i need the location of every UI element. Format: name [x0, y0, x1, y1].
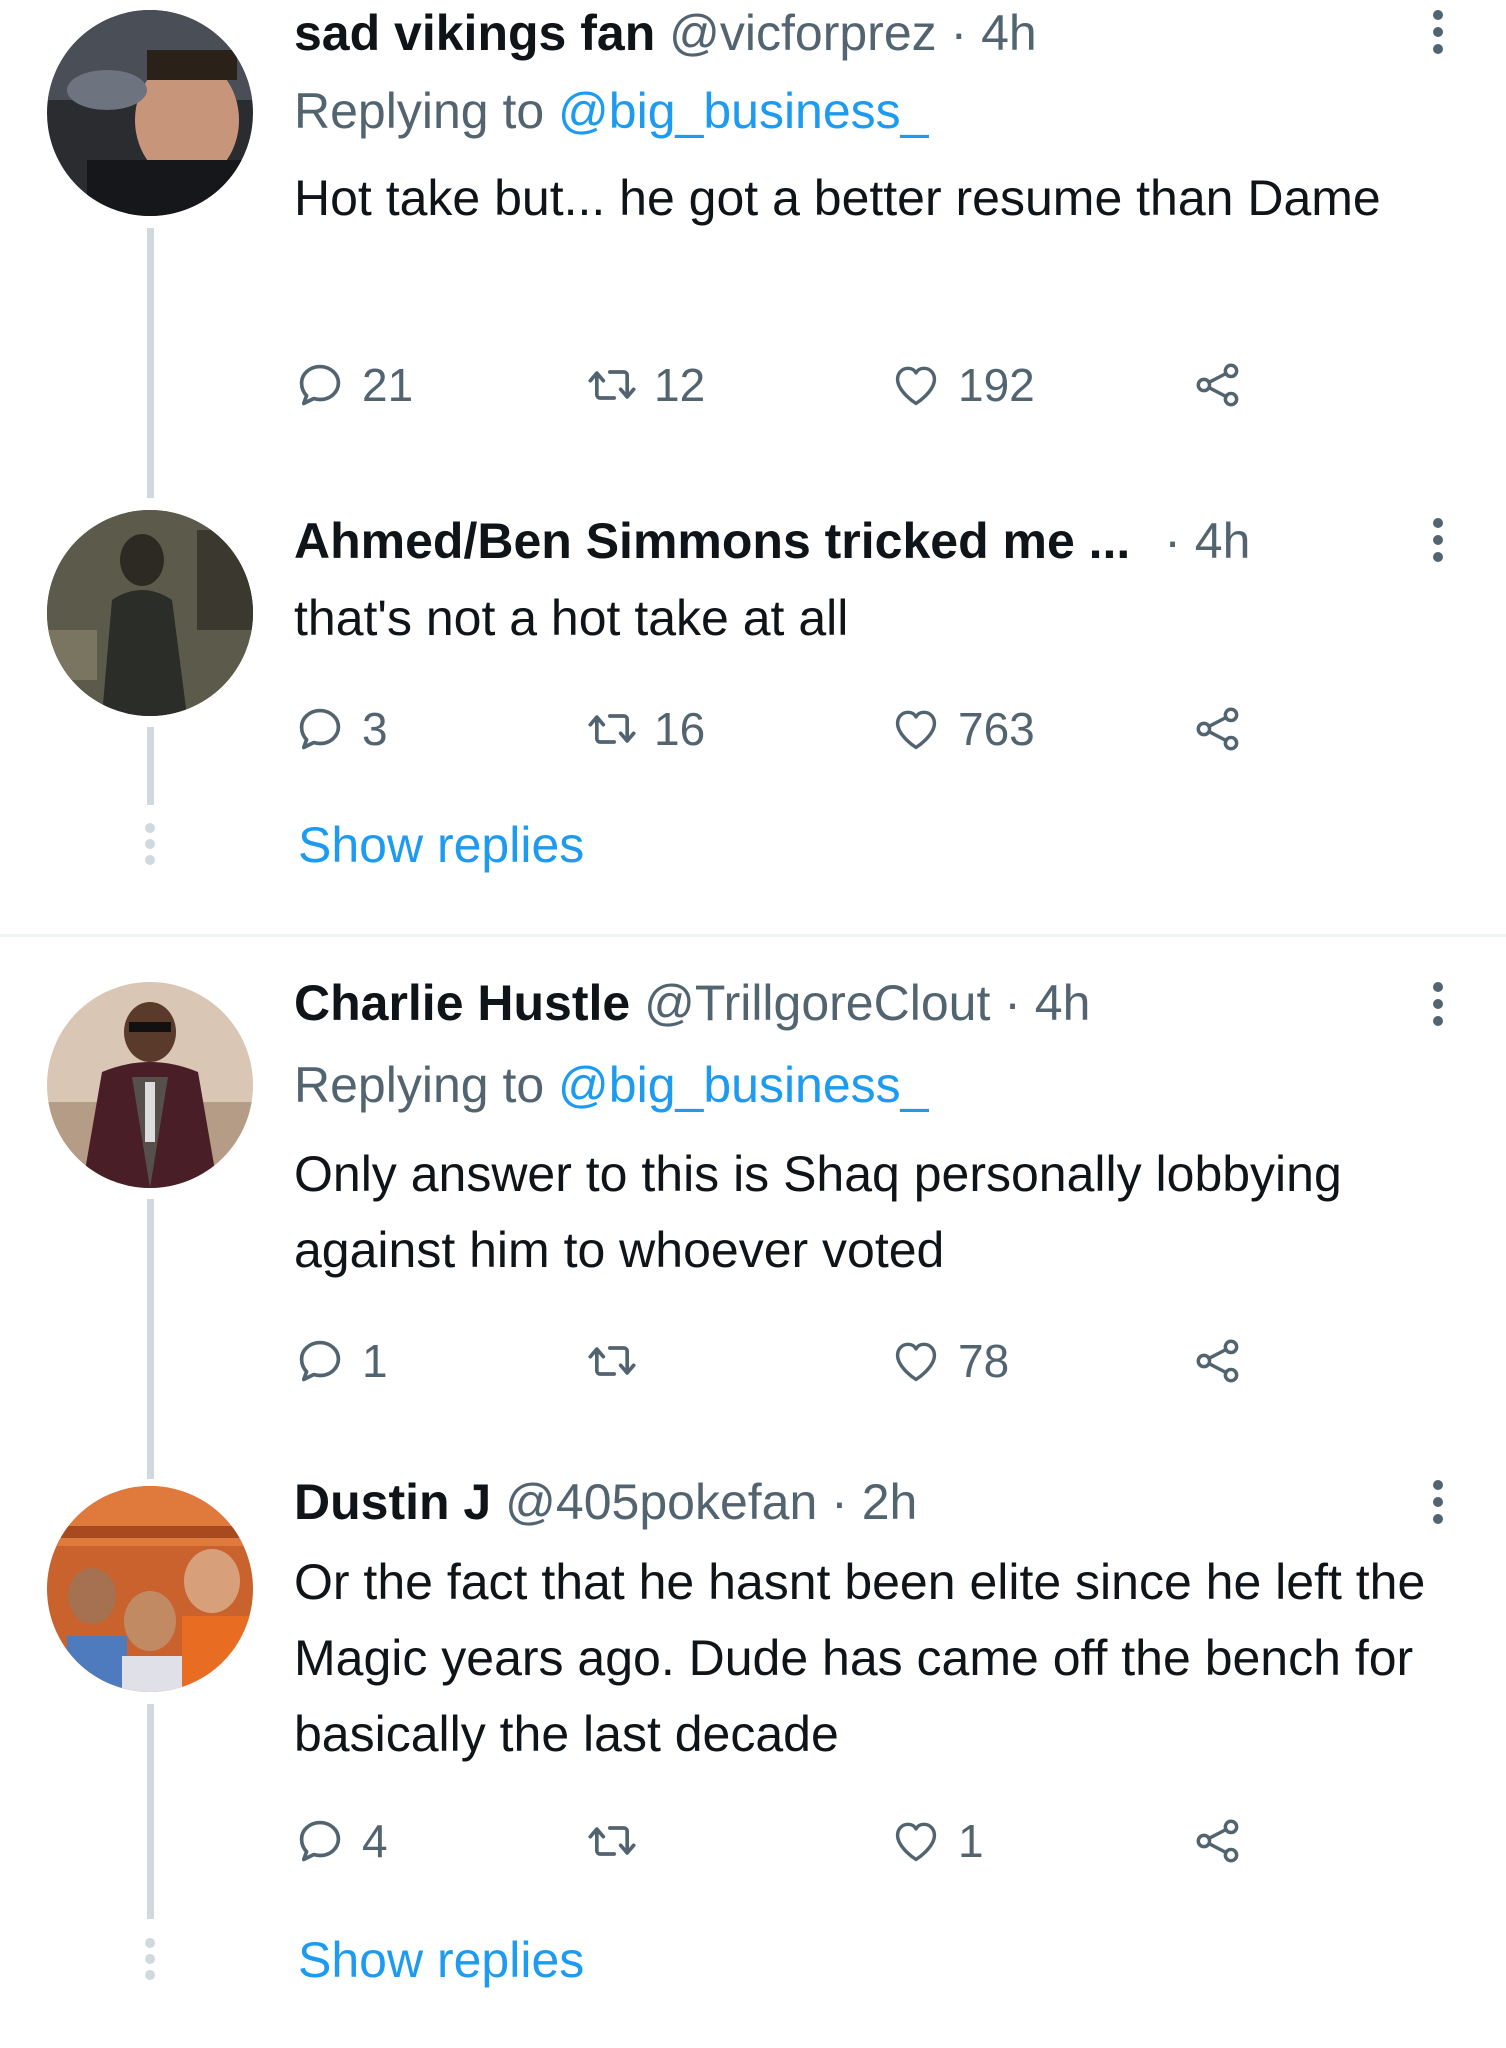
avatar-image [47, 982, 253, 1188]
handle[interactable]: @405pokefan [505, 1474, 817, 1530]
reply-icon [294, 359, 346, 411]
replying-to-link[interactable]: @big_business_ [558, 83, 928, 139]
reply-icon [294, 1815, 346, 1867]
reply-button[interactable]: 1 [294, 1326, 388, 1396]
reply-count: 4 [362, 1815, 388, 1867]
share-icon [1192, 703, 1244, 755]
avatar[interactable] [47, 1486, 253, 1692]
tweet-text: Hot take but... he got a better resume t… [294, 170, 1381, 226]
handle[interactable]: @vicforprez [669, 5, 936, 61]
avatar[interactable] [47, 10, 253, 216]
retweet-icon [586, 1335, 638, 1387]
replying-to-label: Replying to [294, 1057, 559, 1113]
avatar-image [47, 510, 253, 716]
replying-to-label: Replying to [294, 83, 559, 139]
like-count: 1 [958, 1815, 984, 1867]
timestamp[interactable]: · 4h [1004, 975, 1090, 1031]
tweet-header: Ahmed/Ben Simmons tricked me ... · 4h [294, 511, 1250, 571]
retweet-icon [586, 359, 638, 411]
tweet-header: sad vikings fan @vicforprez · 4h [294, 3, 1037, 63]
share-button[interactable] [1192, 1806, 1244, 1876]
retweet-button[interactable] [586, 1326, 654, 1396]
like-count: 763 [958, 703, 1035, 755]
reply-icon [294, 1335, 346, 1387]
handle[interactable]: @TrillgoreClout [644, 975, 990, 1031]
like-button[interactable]: 763 [890, 694, 1035, 764]
more-options-icon[interactable] [1430, 518, 1446, 569]
reply-button[interactable]: 3 [294, 694, 388, 764]
like-count: 192 [958, 359, 1035, 411]
retweet-icon [586, 1815, 638, 1867]
like-icon [890, 703, 942, 755]
reply-count: 1 [362, 1335, 388, 1387]
thread-line [147, 1199, 154, 1479]
share-button[interactable] [1192, 350, 1244, 420]
reply-button[interactable]: 4 [294, 1806, 388, 1876]
thread-line [147, 727, 154, 805]
reply-count: 3 [362, 703, 388, 755]
tweet-text: Or the fact that he hasnt been elite sin… [294, 1554, 1426, 1762]
retweet-count: 12 [654, 359, 706, 411]
like-icon [890, 359, 942, 411]
avatar[interactable] [47, 982, 253, 1188]
tweet-header: Charlie Hustle @TrillgoreClout · 4h [294, 973, 1090, 1033]
timestamp[interactable]: · 4h [951, 5, 1037, 61]
thread-more-dots [144, 823, 156, 871]
display-name[interactable]: Dustin J [294, 1474, 491, 1530]
retweet-icon [586, 703, 638, 755]
share-icon [1192, 1815, 1244, 1867]
reply-count: 21 [362, 359, 414, 411]
replying-to: Replying to @big_business_ [294, 81, 928, 141]
tweet-text: that's not a hot take at all [294, 590, 849, 646]
reply-icon [294, 703, 346, 755]
like-button[interactable]: 78 [890, 1326, 1009, 1396]
share-button[interactable] [1192, 694, 1244, 764]
display-name[interactable]: Ahmed/Ben Simmons tricked me ... [294, 513, 1130, 569]
display-name[interactable]: Charlie Hustle [294, 975, 630, 1031]
thread-more-dots [144, 1938, 156, 1986]
like-count: 78 [958, 1335, 1010, 1387]
thread-line [147, 228, 154, 498]
retweet-button[interactable]: 12 [586, 350, 705, 420]
share-icon [1192, 359, 1244, 411]
divider [0, 934, 1506, 937]
like-button[interactable]: 192 [890, 350, 1035, 420]
like-icon [890, 1335, 942, 1387]
share-button[interactable] [1192, 1326, 1244, 1396]
more-options-icon[interactable] [1430, 10, 1446, 61]
display-name[interactable]: sad vikings fan [294, 5, 655, 61]
retweet-count: 16 [654, 703, 706, 755]
show-replies-link[interactable]: Show replies [298, 816, 584, 874]
replying-to: Replying to @big_business_ [294, 1055, 928, 1115]
avatar-image [47, 1486, 253, 1692]
thread-line [147, 1704, 154, 1919]
retweet-button[interactable] [586, 1806, 654, 1876]
reply-button[interactable]: 21 [294, 350, 413, 420]
more-options-icon[interactable] [1430, 982, 1446, 1033]
like-button[interactable]: 1 [890, 1806, 984, 1876]
retweet-button[interactable]: 16 [586, 694, 705, 764]
tweet-header: Dustin J @405pokefan · 2h [294, 1472, 917, 1532]
like-icon [890, 1815, 942, 1867]
replying-to-link[interactable]: @big_business_ [558, 1057, 928, 1113]
more-options-icon[interactable] [1430, 1480, 1446, 1531]
timestamp[interactable]: · 4h [1164, 513, 1250, 569]
show-replies-link[interactable]: Show replies [298, 1931, 584, 1989]
avatar-image [47, 10, 253, 216]
timestamp[interactable]: · 2h [831, 1474, 917, 1530]
tweet-text: Only answer to this is Shaq personally l… [294, 1146, 1342, 1278]
avatar[interactable] [47, 510, 253, 716]
share-icon [1192, 1335, 1244, 1387]
